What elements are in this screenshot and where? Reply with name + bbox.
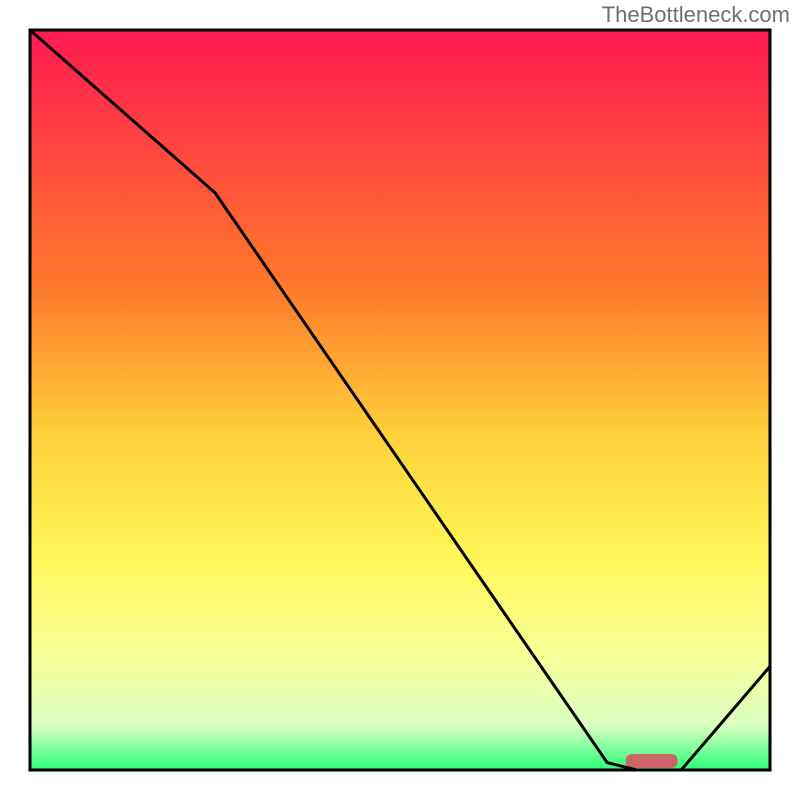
plot-gradient — [30, 30, 770, 770]
optimal-marker — [626, 754, 678, 768]
watermark-text: TheBottleneck.com — [602, 2, 790, 28]
bottleneck-chart — [0, 0, 800, 800]
chart-container: { "watermark": "TheBottleneck.com", "cha… — [0, 0, 800, 800]
